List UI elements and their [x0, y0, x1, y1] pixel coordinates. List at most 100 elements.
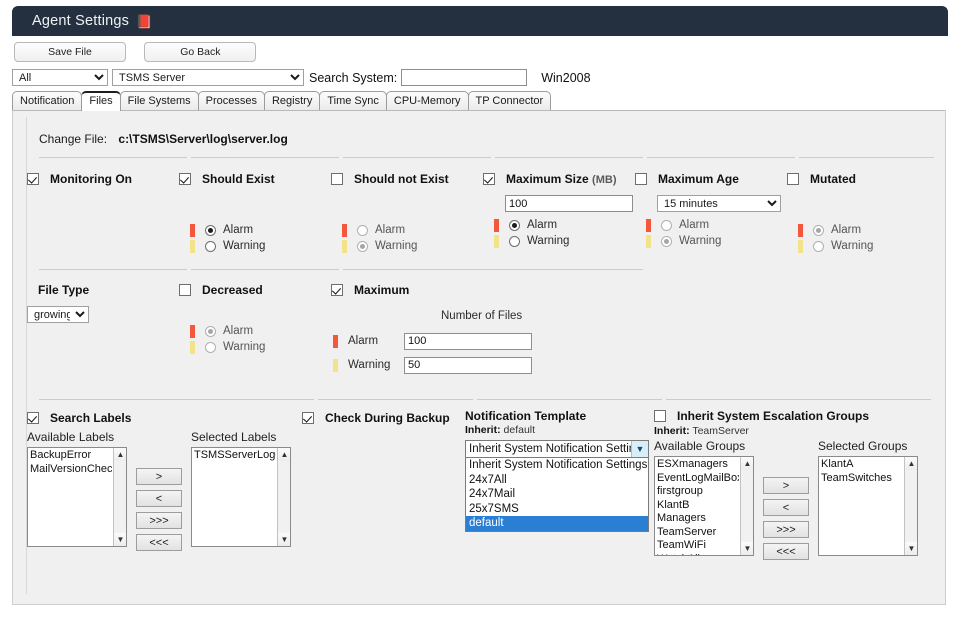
- filter-row: All TSMS Server Search System: Win2008: [12, 69, 591, 86]
- should-not-exist-warning-radio[interactable]: [357, 240, 368, 252]
- chevron-down-icon[interactable]: ▼: [631, 441, 648, 457]
- server-select[interactable]: TSMS Server: [112, 69, 304, 86]
- list-item[interactable]: Managers: [657, 512, 739, 526]
- save-file-button[interactable]: Save File: [14, 42, 126, 62]
- available-labels-header: Available Labels: [27, 430, 115, 444]
- scroll-down-icon[interactable]: ▼: [278, 533, 290, 546]
- list-item[interactable]: MailVersionCheck: [30, 463, 112, 477]
- selected-labels-scrollbar[interactable]: ▲ ▼: [277, 448, 290, 546]
- tab-processes[interactable]: Processes: [197, 91, 265, 111]
- move-left-button[interactable]: <: [136, 490, 182, 507]
- maximum-warning-input[interactable]: [404, 356, 532, 374]
- maximum-size-input[interactable]: [505, 195, 633, 212]
- should-exist-group: Should Exist Alarm Warning: [179, 172, 275, 254]
- maximum-size-warning-radio[interactable]: [509, 235, 520, 247]
- scroll-up-icon[interactable]: ▲: [114, 448, 126, 461]
- mutated-alarm-radio[interactable]: [813, 224, 824, 236]
- list-item[interactable]: TeamServer: [657, 526, 739, 540]
- tab-time-sync[interactable]: Time Sync: [319, 91, 387, 111]
- check-during-backup-checkbox[interactable]: [302, 412, 314, 424]
- search-labels-checkbox[interactable]: [27, 412, 39, 424]
- tab-files[interactable]: Files: [81, 91, 121, 111]
- tab-registry[interactable]: Registry: [263, 91, 321, 111]
- scroll-down-icon[interactable]: ▼: [905, 542, 917, 555]
- maximum-age-checkbox[interactable]: [635, 173, 647, 185]
- tab-tp-connector[interactable]: TP Connector: [467, 91, 552, 111]
- tab-notification[interactable]: Notification: [12, 91, 83, 111]
- move-right-button[interactable]: >: [763, 477, 809, 494]
- divider-r3-c2: [318, 399, 473, 400]
- notification-template-value: Inherit System Notification Settings: [469, 443, 631, 455]
- list-item[interactable]: TSMSServerLogChed: [194, 449, 276, 463]
- tab-cpu-memory[interactable]: CPU-Memory: [385, 91, 469, 111]
- scroll-down-icon[interactable]: ▼: [741, 542, 753, 555]
- list-item[interactable]: ESXmanagers: [657, 458, 739, 472]
- mutated-checkbox[interactable]: [787, 173, 799, 185]
- move-all-right-button[interactable]: >>>: [136, 512, 182, 529]
- notification-template-dropdown[interactable]: Inherit System Notification Settings ▼ I…: [465, 440, 649, 532]
- available-groups-listbox[interactable]: ESXmanagers EventLogMailBoxGro firstgrou…: [654, 456, 754, 556]
- scroll-up-icon[interactable]: ▲: [905, 457, 917, 470]
- go-back-button[interactable]: Go Back: [144, 42, 257, 62]
- maximum-warning-label: Warning: [348, 359, 391, 371]
- list-item[interactable]: TeamSwitches: [821, 472, 903, 486]
- file-type-select[interactable]: growing: [27, 306, 89, 323]
- divider-r1-c4: [495, 157, 643, 158]
- should-not-exist-checkbox[interactable]: [331, 173, 343, 185]
- available-groups-header: Available Groups: [654, 439, 746, 453]
- list-item[interactable]: KlantB: [657, 499, 739, 513]
- search-system-input[interactable]: [401, 69, 528, 86]
- maximum-age-select[interactable]: 15 minutes: [657, 195, 781, 212]
- move-right-button[interactable]: >: [136, 468, 182, 485]
- inherit-escalation-groups-checkbox[interactable]: [654, 410, 666, 422]
- maximum-alarm-input[interactable]: [404, 332, 532, 350]
- tab-file-systems[interactable]: File Systems: [119, 91, 199, 111]
- maximum-age-warning-radio[interactable]: [661, 235, 672, 247]
- monitoring-on-checkbox[interactable]: [27, 173, 39, 185]
- mutated-warning-radio[interactable]: [813, 240, 824, 252]
- available-labels-listbox[interactable]: BackupError MailVersionCheck ▲ ▼: [27, 447, 127, 547]
- maximum-age-alarm-radio[interactable]: [661, 219, 672, 231]
- should-not-exist-alarm-radio[interactable]: [357, 224, 368, 236]
- list-item[interactable]: firstgroup: [657, 485, 739, 499]
- list-item[interactable]: WatchAll: [657, 553, 739, 556]
- available-labels-scrollbar[interactable]: ▲ ▼: [113, 448, 126, 546]
- scroll-up-icon[interactable]: ▲: [278, 448, 290, 461]
- list-item[interactable]: TeamWiFi: [657, 539, 739, 553]
- scroll-up-icon[interactable]: ▲: [741, 457, 753, 470]
- notification-template-label: Notification Template: [465, 409, 587, 423]
- selected-groups-scrollbar[interactable]: ▲ ▼: [904, 457, 917, 555]
- move-all-left-button[interactable]: <<<: [763, 543, 809, 560]
- decreased-checkbox[interactable]: [179, 284, 191, 296]
- list-item[interactable]: KlantA: [821, 458, 903, 472]
- move-all-left-button[interactable]: <<<: [136, 534, 182, 551]
- page-title: Agent Settings: [32, 13, 130, 29]
- should-exist-warning-label: Warning: [223, 240, 266, 252]
- decreased-warning-radio[interactable]: [205, 341, 216, 353]
- notification-template-combobox[interactable]: Inherit System Notification Settings ▼: [465, 440, 649, 458]
- should-exist-alarm-radio[interactable]: [205, 224, 216, 236]
- alarm-color-swatch: [333, 334, 338, 348]
- available-groups-scrollbar[interactable]: ▲ ▼: [740, 457, 753, 555]
- list-item[interactable]: EventLogMailBoxGro: [657, 472, 739, 486]
- move-left-button[interactable]: <: [763, 499, 809, 516]
- should-not-exist-warning-label: Warning: [375, 240, 418, 252]
- selected-labels-listbox[interactable]: TSMSServerLogChed ▲ ▼: [191, 447, 291, 547]
- scroll-down-icon[interactable]: ▼: [114, 533, 126, 546]
- maximum-size-alarm-radio[interactable]: [509, 219, 520, 231]
- dropdown-option[interactable]: 25x7SMS: [466, 502, 648, 517]
- dropdown-option[interactable]: 24x7Mail: [466, 487, 648, 502]
- should-exist-warning-radio[interactable]: [205, 240, 216, 252]
- should-exist-checkbox[interactable]: [179, 173, 191, 185]
- move-all-right-button[interactable]: >>>: [763, 521, 809, 538]
- dropdown-option[interactable]: Inherit System Notification Settings: [466, 458, 648, 473]
- maximum-size-checkbox[interactable]: [483, 173, 495, 185]
- dropdown-option-highlighted[interactable]: default: [466, 516, 648, 531]
- scope-select[interactable]: All: [12, 69, 108, 86]
- selected-groups-listbox[interactable]: KlantA TeamSwitches ▲ ▼: [818, 456, 918, 556]
- notification-template-option-list[interactable]: Inherit System Notification Settings 24x…: [465, 458, 649, 532]
- decreased-alarm-radio[interactable]: [205, 325, 216, 337]
- dropdown-option[interactable]: 24x7All: [466, 473, 648, 488]
- list-item[interactable]: BackupError: [30, 449, 112, 463]
- maximum-checkbox[interactable]: [331, 284, 343, 296]
